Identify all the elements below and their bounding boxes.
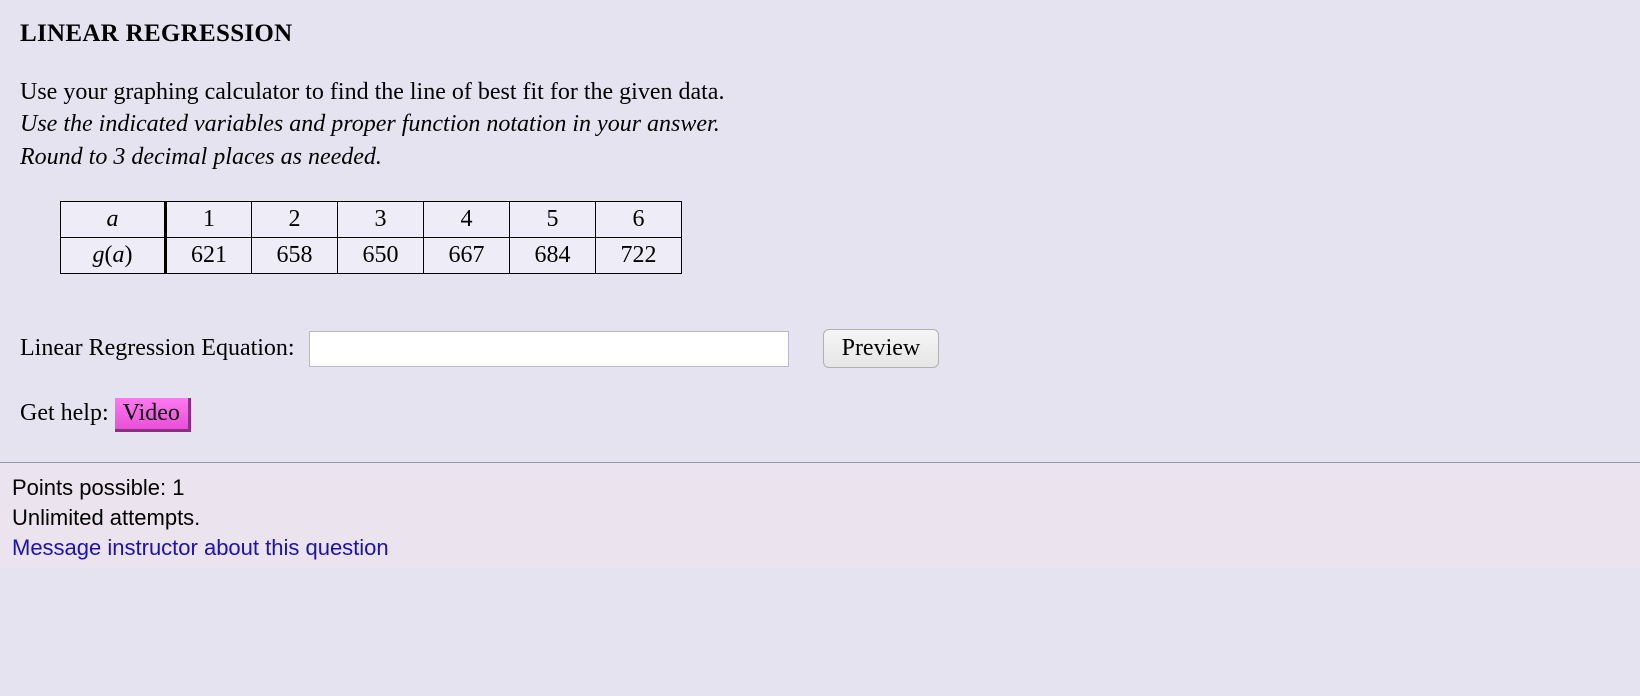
table-cell: 2 xyxy=(252,202,338,238)
message-instructor-link[interactable]: Message instructor about this question xyxy=(12,535,389,560)
row-header-ga: g(a) xyxy=(61,238,166,274)
instruction-line-1: Use your graphing calculator to find the… xyxy=(20,76,1620,108)
table-cell: 3 xyxy=(338,202,424,238)
table-cell: 1 xyxy=(166,202,252,238)
help-row: Get help: Video xyxy=(20,398,1620,432)
question-area: LINEAR REGRESSION Use your graphing calc… xyxy=(0,0,1640,462)
help-prefix: Get help: xyxy=(20,400,109,426)
table-cell: 684 xyxy=(510,238,596,274)
answer-label: Linear Regression Equation: xyxy=(20,335,295,362)
answer-row: Linear Regression Equation: Preview xyxy=(20,329,1620,368)
attempts-info: Unlimited attempts. xyxy=(12,503,1628,533)
table-cell: 722 xyxy=(596,238,682,274)
row-header-a: a xyxy=(61,202,166,238)
table-cell: 650 xyxy=(338,238,424,274)
preview-button[interactable]: Preview xyxy=(823,329,940,368)
instruction-line-2: Use the indicated variables and proper f… xyxy=(20,108,1620,140)
instructions-block: Use your graphing calculator to find the… xyxy=(20,76,1620,173)
table-cell: 658 xyxy=(252,238,338,274)
table-cell: 621 xyxy=(166,238,252,274)
question-title: LINEAR REGRESSION xyxy=(20,20,1620,48)
table-cell: 6 xyxy=(596,202,682,238)
video-help-button[interactable]: Video xyxy=(115,398,191,432)
data-table: a 1 2 3 4 5 6 g(a) 621 658 650 667 684 7… xyxy=(60,201,682,274)
table-row: a 1 2 3 4 5 6 xyxy=(61,202,682,238)
table-cell: 4 xyxy=(424,202,510,238)
table-cell: 667 xyxy=(424,238,510,274)
question-footer: Points possible: 1 Unlimited attempts. M… xyxy=(0,462,1640,568)
points-possible: Points possible: 1 xyxy=(12,473,1628,503)
table-row: g(a) 621 658 650 667 684 722 xyxy=(61,238,682,274)
regression-equation-input[interactable] xyxy=(309,331,789,367)
table-cell: 5 xyxy=(510,202,596,238)
instruction-line-3: Round to 3 decimal places as needed. xyxy=(20,141,1620,173)
